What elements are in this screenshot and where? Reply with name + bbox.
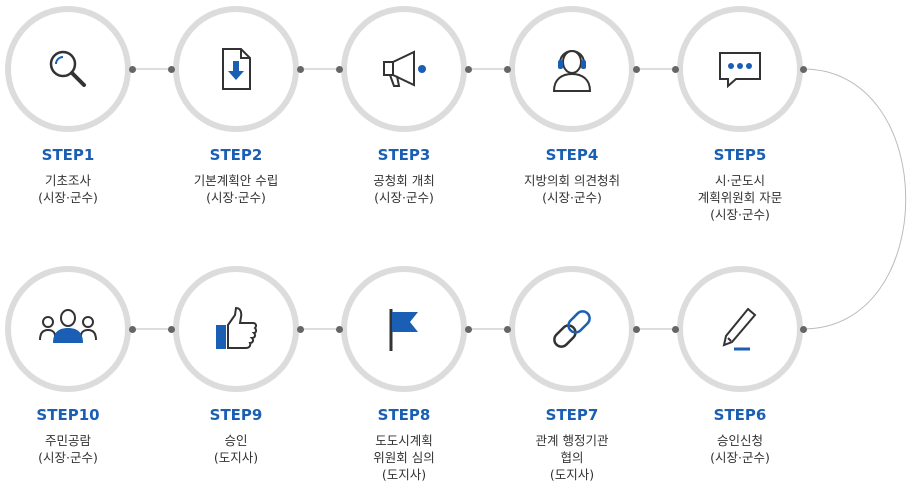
connector-dot — [296, 65, 304, 73]
step-title: STEP1 — [41, 146, 95, 164]
step-desc: (시장·군수) — [710, 207, 770, 222]
step8-circle — [341, 266, 467, 392]
step6-label: STEP6 승인신청 (시장·군수) — [650, 406, 830, 466]
headset-user-icon — [552, 50, 592, 92]
step-title: STEP4 — [545, 146, 599, 164]
step-desc: (도지사) — [213, 450, 259, 465]
step2-circle — [173, 6, 299, 132]
step-title: STEP2 — [209, 146, 263, 164]
connector-dot — [167, 65, 175, 73]
connector-dot — [464, 65, 472, 73]
download-document-icon — [222, 48, 251, 90]
step-desc: 지방의회 의견청취 — [524, 173, 620, 188]
step6-circle — [677, 266, 803, 392]
step-desc: 계획위원회 자문 — [697, 190, 783, 205]
step-desc: (시장·군수) — [374, 190, 434, 205]
step-desc: (시장·군수) — [38, 450, 98, 465]
step-title: STEP5 — [713, 146, 767, 164]
megaphone-icon — [383, 50, 426, 87]
step-desc: (시장·군수) — [710, 450, 770, 465]
step2-label: STEP2 기본계획안 수립 (시장·군수) — [146, 146, 326, 206]
step4-label: STEP4 지방의회 의견청취 (시장·군수) — [482, 146, 662, 206]
step-desc: 도도시계획 — [375, 433, 433, 448]
step-desc: 협의 — [560, 450, 584, 465]
magnifier-icon — [49, 50, 86, 87]
step-desc: 기초조사 — [44, 173, 91, 188]
step-desc: 시·군도시 — [715, 173, 765, 188]
people-group-icon — [39, 309, 97, 343]
step-desc: 공청회 개최 — [373, 173, 435, 188]
step-title: STEP6 — [713, 406, 767, 424]
step-title: STEP3 — [377, 146, 431, 164]
step7-circle — [509, 266, 635, 392]
connector-dot — [799, 325, 807, 333]
step-desc: 위원회 심의 — [373, 450, 435, 465]
connector-dot — [503, 325, 511, 333]
step-desc: (도지사) — [381, 467, 427, 482]
step10-label: STEP10 주민공람 (시장·군수) — [0, 406, 158, 466]
connector-dot — [671, 65, 679, 73]
connector-dot — [335, 65, 343, 73]
step9-circle — [173, 266, 299, 392]
step3-circle — [341, 6, 467, 132]
pen-icon — [722, 307, 757, 351]
step4-circle — [509, 6, 635, 132]
step-title: STEP7 — [545, 406, 599, 424]
connector-dot — [503, 65, 511, 73]
thumbs-up-icon — [216, 306, 258, 349]
step5-circle — [677, 6, 803, 132]
connector-dot — [632, 325, 640, 333]
connector-dot — [128, 65, 136, 73]
step1-circle — [5, 6, 131, 132]
connector-dot — [671, 325, 679, 333]
step-title: STEP10 — [36, 406, 100, 424]
step-title: STEP8 — [377, 406, 431, 424]
step5-label: STEP5 시·군도시 계획위원회 자문 (시장·군수) — [650, 146, 830, 223]
connector-dot — [464, 325, 472, 333]
step-title: STEP9 — [209, 406, 263, 424]
step3-label: STEP3 공청회 개최 (시장·군수) — [314, 146, 494, 206]
connector-dot — [128, 325, 136, 333]
step-desc: 주민공람 — [44, 433, 91, 448]
step-desc: 승인 — [224, 433, 248, 448]
step-desc: (시장·군수) — [206, 190, 266, 205]
step-desc: (시장·군수) — [542, 190, 602, 205]
connector-dot — [799, 65, 807, 73]
chain-link-icon — [553, 310, 591, 348]
step-desc: (도지사) — [549, 467, 595, 482]
chat-bubble-icon — [719, 52, 761, 89]
step-desc: (시장·군수) — [38, 190, 98, 205]
step10-circle — [5, 266, 131, 392]
connector-dot — [335, 325, 343, 333]
step-desc: 관계 행정기관 — [535, 433, 609, 448]
step-desc: 기본계획안 수립 — [193, 173, 279, 188]
step8-label: STEP8 도도시계획 위원회 심의 (도지사) — [314, 406, 494, 483]
connector-dot — [632, 65, 640, 73]
step-desc: 승인신청 — [716, 433, 763, 448]
step1-label: STEP1 기초조사 (시장·군수) — [0, 146, 158, 206]
step9-label: STEP9 승인 (도지사) — [146, 406, 326, 466]
flag-icon — [389, 309, 418, 351]
step7-label: STEP7 관계 행정기관 협의 (도지사) — [482, 406, 662, 483]
connector-dot — [167, 325, 175, 333]
connector-dot — [296, 325, 304, 333]
